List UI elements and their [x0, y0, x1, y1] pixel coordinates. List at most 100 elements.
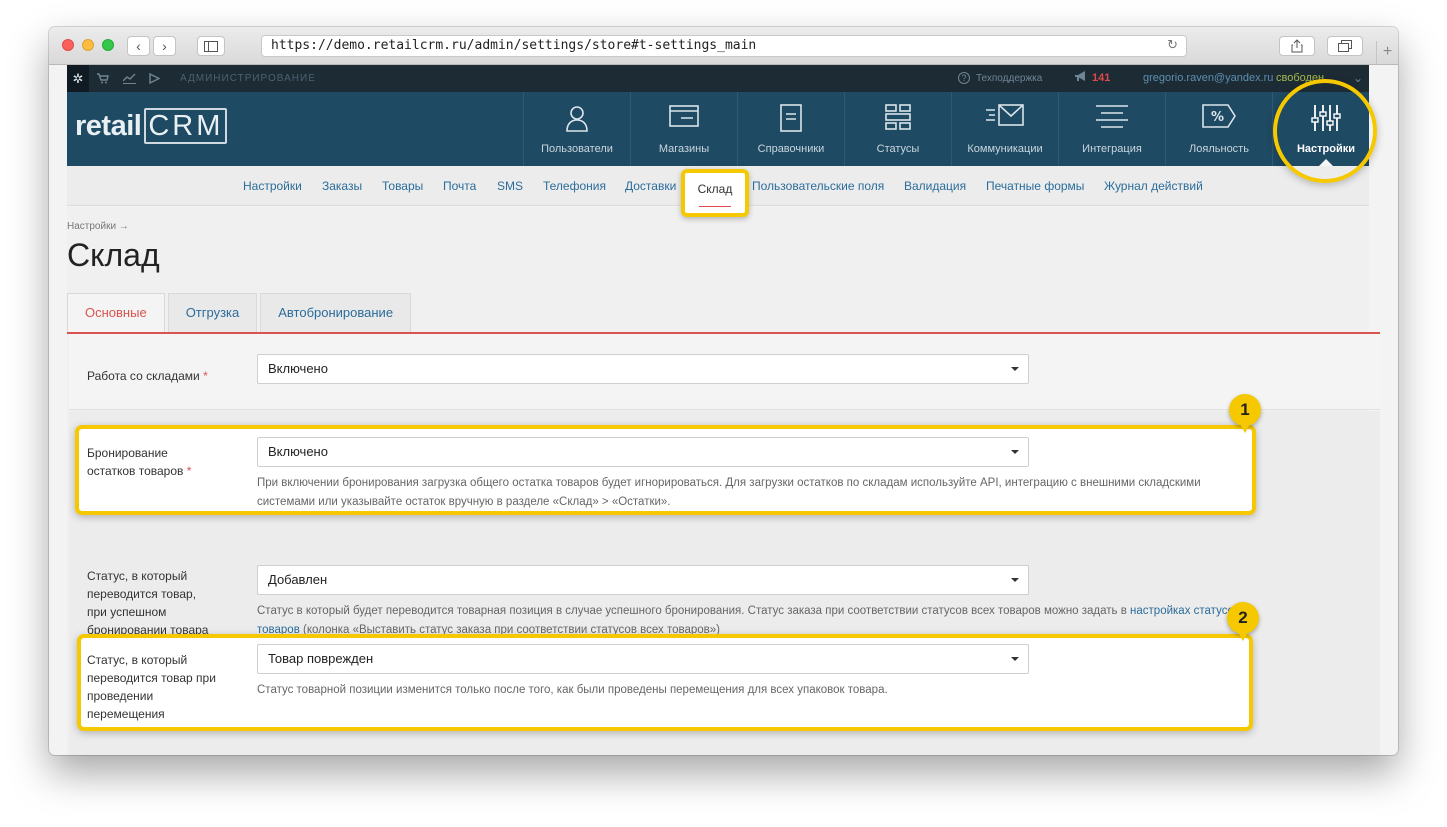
- transfer-status-label: Статус, в который переводится товар при …: [87, 651, 216, 723]
- svg-text:%: %: [1211, 110, 1224, 125]
- reload-icon[interactable]: ↻: [1167, 36, 1178, 56]
- address-bar[interactable]: https://demo.retailcrm.ru/admin/settings…: [261, 35, 1187, 57]
- select-value: Товар поврежден: [268, 651, 374, 666]
- section-label: АДМИНИСТРИРОВАНИЕ: [180, 73, 316, 84]
- tab-main[interactable]: Основные: [67, 293, 165, 333]
- browser-window: ‹ › https://demo.retailcrm.ru/admin/sett…: [49, 27, 1398, 755]
- gear-icon[interactable]: ✲: [67, 65, 89, 92]
- module-label: Настройки: [1296, 143, 1356, 155]
- caret-down-icon: [1011, 367, 1019, 371]
- tab-auto-reservation[interactable]: Автобронирование: [260, 293, 412, 333]
- module-statuses[interactable]: Статусы: [844, 92, 951, 166]
- module-communications[interactable]: Коммуникации: [951, 92, 1058, 166]
- share-icon[interactable]: [1279, 36, 1315, 56]
- settings-sliders-icon: [1273, 104, 1379, 134]
- integration-icon: [1059, 104, 1165, 134]
- module-label: Пользователи: [541, 143, 613, 155]
- module-nav: Пользователи Магазины Справочники Статус…: [523, 92, 1379, 166]
- store-icon: [631, 104, 737, 134]
- subnav-item-settings[interactable]: Настройки: [243, 166, 302, 206]
- active-caret: [1319, 159, 1333, 166]
- transfer-status-select[interactable]: Товар поврежден: [257, 644, 1029, 674]
- module-loyalty[interactable]: % Лояльность: [1165, 92, 1272, 166]
- support-link[interactable]: ? Техподдержка: [958, 65, 1042, 92]
- forward-button[interactable]: ›: [153, 36, 176, 56]
- warehouse-work-label: Работа со складами *: [87, 367, 208, 385]
- logo-text-right: CRM: [144, 108, 228, 144]
- user-email-link[interactable]: gregorio.raven@yandex.ru: [1143, 65, 1273, 92]
- logo-text-left: retail: [75, 110, 142, 142]
- tabs-overview-icon[interactable]: [1327, 36, 1363, 56]
- module-users[interactable]: Пользователи: [523, 92, 630, 166]
- reserve-status-label: Статус, в который переводится товар, при…: [87, 567, 208, 639]
- back-button[interactable]: ‹: [127, 36, 150, 56]
- module-label: Лояльность: [1189, 143, 1249, 155]
- play-icon[interactable]: [149, 65, 161, 92]
- caret-down-icon: [1011, 450, 1019, 454]
- label-line: перемещения: [87, 707, 165, 721]
- retailcrm-logo[interactable]: retail CRM: [75, 108, 228, 144]
- page-title: Склад: [67, 237, 160, 273]
- sidebar-toggle-icon[interactable]: [197, 36, 225, 56]
- caret-down-icon: [1011, 578, 1019, 582]
- tab-shipment[interactable]: Отгрузка: [167, 293, 258, 333]
- subnav-item-custom-fields[interactable]: Пользовательские поля: [752, 166, 884, 206]
- subnav-item-validation[interactable]: Валидация: [904, 166, 966, 206]
- required-mark: *: [186, 464, 192, 478]
- module-integration[interactable]: Интеграция: [1058, 92, 1165, 166]
- subnav-item-orders[interactable]: Заказы: [322, 166, 362, 206]
- close-window-button[interactable]: [62, 39, 74, 51]
- caret-down-icon: [1011, 657, 1019, 661]
- subnav-item-sms[interactable]: SMS: [497, 166, 523, 206]
- user-status-label[interactable]: свободен: [1276, 65, 1324, 92]
- module-label: Статусы: [876, 143, 920, 155]
- subnav-item-products[interactable]: Товары: [382, 166, 423, 206]
- zoom-window-button[interactable]: [102, 39, 114, 51]
- select-value: Включено: [268, 444, 328, 459]
- subnav-item-print-forms[interactable]: Печатные формы: [986, 166, 1084, 206]
- module-settings[interactable]: Настройки: [1272, 92, 1379, 166]
- new-tab-button[interactable]: +: [1376, 41, 1398, 65]
- required-mark: *: [203, 369, 208, 383]
- reservation-label: Бронирование остатков товаров *: [87, 444, 191, 480]
- module-label: Справочники: [757, 143, 825, 155]
- field-label-text: Работа со складами: [87, 369, 200, 383]
- statuses-icon: [845, 104, 951, 134]
- subnav-item-mail[interactable]: Почта: [443, 166, 476, 206]
- subnav-item-delivery[interactable]: Доставки: [625, 166, 676, 206]
- mail-icon: [952, 104, 1058, 134]
- transfer-status-help: Статус товарной позиции изменится только…: [257, 684, 888, 696]
- notifications-count: 141: [1092, 72, 1111, 84]
- analytics-icon[interactable]: [122, 65, 136, 92]
- label-line: переводится товар при: [87, 671, 216, 685]
- settings-tabs: Основные Отгрузка Автобронирование: [67, 293, 414, 333]
- module-dictionaries[interactable]: Справочники: [737, 92, 844, 166]
- reservation-select[interactable]: Включено: [257, 437, 1029, 467]
- subnav-item-action-log[interactable]: Журнал действий: [1104, 166, 1203, 206]
- module-label: Коммуникации: [967, 143, 1043, 155]
- cart-icon[interactable]: [97, 65, 109, 92]
- megaphone-icon: [1075, 71, 1085, 81]
- minimize-window-button[interactable]: [82, 39, 94, 51]
- subnav-item-label: Склад: [697, 182, 733, 196]
- notifications-button[interactable]: 141: [1074, 65, 1110, 92]
- active-underline: [699, 206, 731, 207]
- chevron-down-icon[interactable]: ⌄: [1353, 65, 1363, 92]
- label-line: Статус, в который: [87, 569, 188, 583]
- callout-badge-1: 1: [1229, 394, 1261, 433]
- reserve-status-select[interactable]: Добавлен: [257, 565, 1029, 595]
- warehouse-work-select[interactable]: Включено: [257, 354, 1029, 384]
- admin-top-bar: ✲ АДМИНИСТРИРОВАНИЕ ? Техподдержка 141 gr…: [67, 65, 1369, 92]
- breadcrumb[interactable]: Настройки →: [67, 221, 129, 232]
- support-label: Техподдержка: [976, 73, 1043, 84]
- label-line: остатков товаров: [87, 464, 184, 478]
- loyalty-icon: %: [1166, 104, 1272, 134]
- reservation-highlight-box: Бронирование остатков товаров * Включено…: [75, 425, 1256, 515]
- module-label: Магазины: [658, 143, 710, 155]
- subnav-item-telephony[interactable]: Телефония: [543, 166, 606, 206]
- subnav-item-warehouse[interactable]: Склад: [681, 169, 749, 217]
- label-line: при успешном: [87, 605, 167, 619]
- main-header: retail CRM Пользователи Магазины Справочн…: [67, 92, 1369, 166]
- reservation-help: При включении бронирования загрузка обще…: [257, 477, 1201, 508]
- module-stores[interactable]: Магазины: [630, 92, 737, 166]
